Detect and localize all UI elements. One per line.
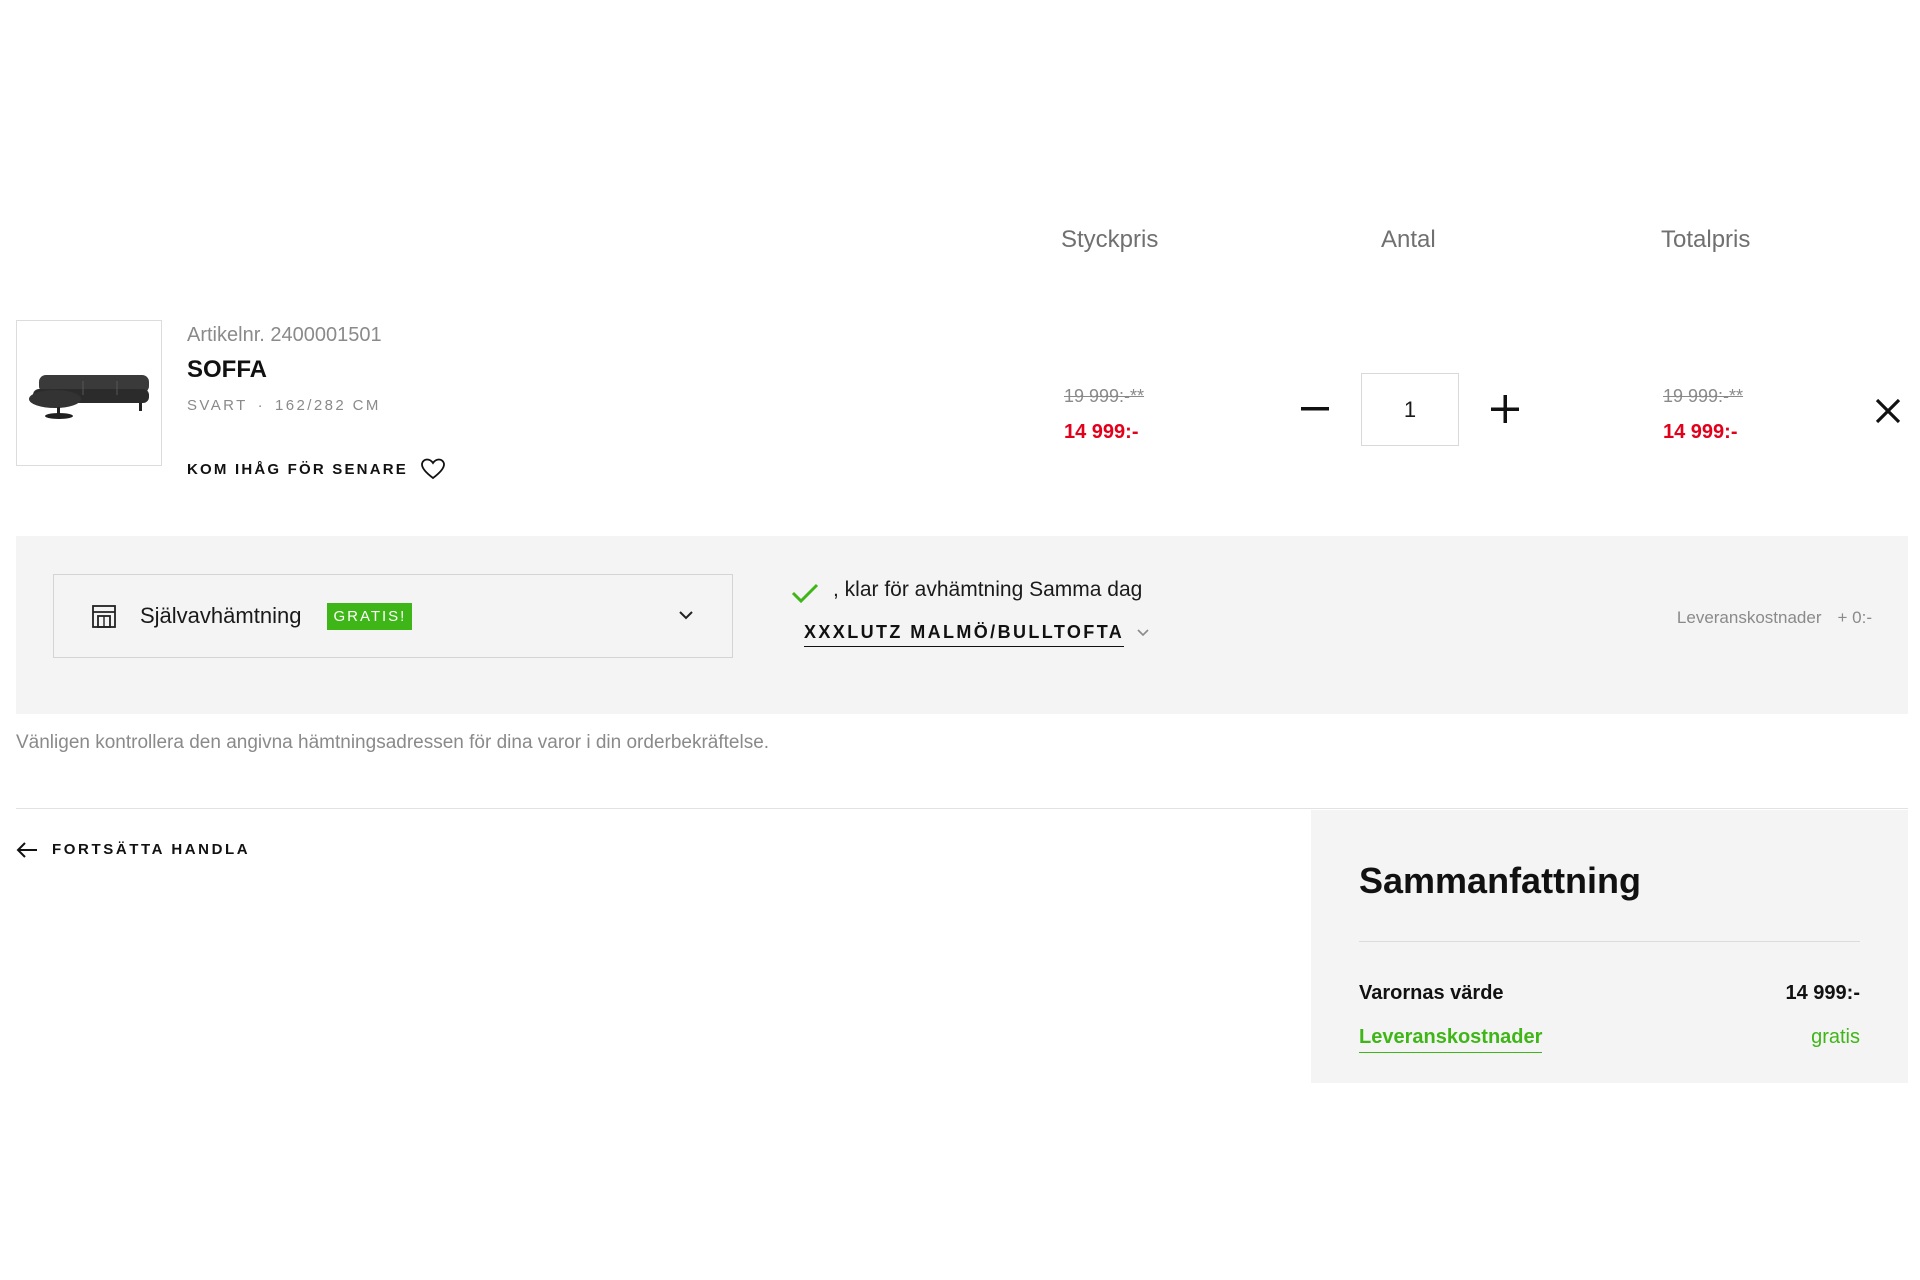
summary-goods-row: Varornas värde 14 999:- [1359,982,1860,1005]
save-for-later-label: KOM IHÅG FÖR SENARE [187,460,408,478]
delivery-cost-value: + 0:- [1837,608,1873,627]
delivery-method-select[interactable]: Självavhämtning GRATIS! [53,574,733,658]
order-summary: Sammanfattning Varornas värde 14 999:- L… [1311,810,1908,1083]
delivery-cost: Leveranskostnader + 0:- [1677,608,1872,628]
total-price-sale: 14 999:- [1663,421,1738,443]
delivery-panel: Självavhämtning GRATIS! , klar för avhäm… [16,536,1908,714]
continue-shopping-label: FORTSÄTTA HANDLA [52,841,251,858]
product-attributes: SVART · 162/282 CM [187,397,381,414]
minus-icon [1301,407,1329,411]
free-badge: GRATIS! [327,602,413,630]
summary-delivery-link[interactable]: Leveranskostnader [1359,1026,1543,1053]
total-price-original: 19 999:-** [1663,386,1744,406]
summary-divider [1359,941,1860,942]
product-size: 162/282 CM [275,397,381,414]
pickup-store-name: XXXLUTZ MALMÖ/BULLTOFTA [804,622,1125,647]
article-number: Artikelnr. 2400001501 [187,324,382,346]
sofa-thumbnail [29,375,149,419]
heart-icon [421,458,445,480]
unit-price-original: 19 999:-** [1064,386,1145,406]
summary-delivery-value: gratis [1811,1026,1860,1048]
product-name[interactable]: SOFFA [187,356,267,384]
column-header-total-price: Totalpris [1661,226,1751,253]
pickup-status: , klar för avhämtning Samma dag [791,576,1142,604]
store-icon [92,605,116,628]
attribute-separator: · [257,397,266,414]
remove-item-button[interactable] [1868,391,1908,431]
continue-shopping-link[interactable]: FORTSÄTTA HANDLA [16,841,250,858]
product-thumbnail[interactable] [16,320,162,466]
chevron-down-icon [1137,628,1149,636]
summary-title: Sammanfattning [1359,860,1642,901]
pickup-store-select[interactable]: XXXLUTZ MALMÖ/BULLTOFTA [804,622,1150,647]
save-for-later-button[interactable]: KOM IHÅG FÖR SENARE [187,455,446,483]
unit-price-sale: 14 999:- [1064,421,1139,443]
plus-icon [1491,395,1519,423]
quantity-input[interactable] [1361,373,1459,446]
goods-value-label: Varornas värde [1359,982,1504,1004]
column-header-quantity: Antal [1381,226,1436,253]
column-header-unit-price: Styckpris [1061,226,1159,253]
delivery-method-label: Självavhämtning [140,603,302,628]
chevron-down-icon [679,611,693,620]
summary-delivery-row: Leveranskostnader gratis [1359,1026,1860,1053]
goods-value-amount: 14 999:- [1785,982,1861,1004]
pickup-status-text: , klar för avhämtning Samma dag [833,578,1143,601]
section-divider [16,808,1908,809]
quantity-decrease-button[interactable] [1287,387,1343,431]
arrow-left-icon [16,841,37,858]
checkmark-icon [791,583,819,604]
close-icon [1875,398,1901,424]
delivery-cost-label: Leveranskostnader [1676,608,1822,627]
product-color: SVART [187,397,248,414]
pickup-address-notice: Vänligen kontrollera den angivna hämtnin… [16,732,770,753]
quantity-increase-button[interactable] [1477,387,1533,431]
